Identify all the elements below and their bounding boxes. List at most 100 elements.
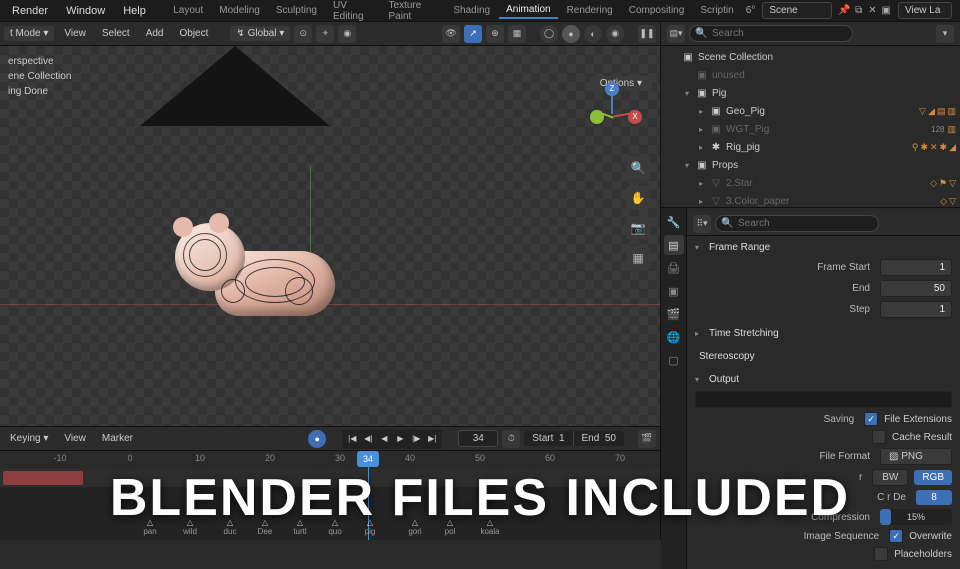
props-search-input[interactable] — [715, 215, 879, 232]
disclosure-icon[interactable]: ▸ — [696, 179, 706, 188]
vp-menu-view[interactable]: View — [58, 26, 92, 41]
output-path-input[interactable] — [695, 391, 952, 408]
menu-window[interactable]: Window — [58, 3, 113, 19]
props-filter-icon[interactable]: ⠿▾ — [693, 215, 711, 233]
prop-edit-icon[interactable]: ◉ — [338, 25, 356, 43]
jump-end-icon[interactable]: ▶| — [424, 431, 440, 447]
tab-texture[interactable]: Texture Paint — [382, 0, 445, 24]
panel-frame-range[interactable]: ▾Frame Range — [695, 238, 952, 257]
next-key-icon[interactable]: |▶ — [408, 431, 424, 447]
play-rev-icon[interactable]: ◀ — [376, 431, 392, 447]
outliner-item[interactable]: ▣unused — [661, 66, 960, 84]
pivot-icon[interactable]: ⊙ — [294, 25, 312, 43]
vp-menu-add[interactable]: Add — [140, 26, 170, 41]
shading-matprev-icon[interactable]: ◐ — [584, 25, 602, 43]
outliner-item[interactable]: ▸▽3.Color_paper◇▽ — [661, 192, 960, 207]
scene-name-input[interactable] — [762, 2, 832, 19]
3d-viewport[interactable]: Options ▾ erspective ene Collection ing … — [0, 46, 660, 426]
bw-button[interactable]: BW — [872, 469, 908, 486]
gizmo-toggle-icon[interactable]: ↗ — [464, 25, 482, 43]
menu-help[interactable]: Help — [115, 3, 154, 19]
tl-marker[interactable]: pan — [143, 518, 156, 536]
jump-start-icon[interactable]: |◀ — [344, 431, 360, 447]
tl-key-clip[interactable] — [3, 471, 83, 485]
gizmo-x-axis[interactable]: X — [628, 110, 642, 124]
gizmo-z-axis[interactable]: Z — [605, 82, 619, 96]
tab-modeling[interactable]: Modeling — [212, 3, 267, 18]
outliner-item[interactable]: ▾▣Props — [661, 156, 960, 174]
tl-ruler[interactable]: -1001020303440506070 — [0, 451, 660, 469]
file-ext-checkbox[interactable]: ✓ — [864, 412, 878, 426]
zoom-icon[interactable]: 🔍 — [626, 156, 650, 180]
playhead-knob[interactable]: 34 — [357, 451, 379, 467]
start-frame-input[interactable]: Start 1 — [524, 431, 573, 446]
viewlayer-input[interactable] — [898, 2, 952, 19]
pig-character[interactable] — [165, 211, 345, 331]
outliner-item[interactable]: ▸▣Geo_Pig▽◢▤▥ — [661, 102, 960, 120]
tl-marker[interactable]: wild — [183, 518, 197, 536]
perspective-icon[interactable]: ▦ — [626, 246, 650, 270]
ptab-tool-icon[interactable]: 🔧 — [664, 212, 684, 232]
close-icon[interactable]: ✕ — [867, 4, 879, 18]
tab-uv[interactable]: UV Editing — [326, 0, 380, 24]
outliner-item[interactable]: ▣Scene Collection — [661, 48, 960, 66]
pan-icon[interactable]: ✋ — [626, 186, 650, 210]
play-fwd-icon[interactable]: ▶ — [392, 431, 408, 447]
current-frame-input[interactable]: 34 — [458, 430, 498, 447]
tl-keying-menu[interactable]: Keying ▾ — [4, 431, 54, 446]
frame-start-input[interactable]: 1 — [880, 259, 952, 276]
tl-marker-menu[interactable]: Marker — [96, 431, 139, 446]
tl-marker[interactable]: Dee — [258, 518, 273, 536]
visibility-icon[interactable]: 👁 — [442, 25, 460, 43]
autokey-icon[interactable]: ● — [308, 430, 326, 448]
tl-marker[interactable]: pig — [365, 518, 376, 536]
mode-dropdown[interactable]: t Mode ▾ — [4, 26, 54, 41]
tl-marker[interactable]: turtl — [293, 518, 306, 536]
nav-gizmo[interactable]: Z X — [582, 82, 642, 142]
prev-key-icon[interactable]: ◀| — [360, 431, 376, 447]
tab-sculpting[interactable]: Sculpting — [269, 3, 324, 18]
outliner-item[interactable]: ▸▣WGT_Pig128▥ — [661, 120, 960, 138]
disclosure-icon[interactable]: ▸ — [696, 143, 706, 152]
file-format-select[interactable]: ▨ PNG — [880, 448, 952, 465]
tab-shading[interactable]: Shading — [446, 3, 497, 18]
camera-icon[interactable]: 📷 — [626, 216, 650, 240]
tl-marker[interactable]: koala — [480, 518, 499, 536]
ptab-viewlayer-icon[interactable]: ▣ — [664, 281, 684, 301]
snap-icon[interactable]: ⌖ — [316, 25, 334, 43]
copy-icon[interactable]: ⧉ — [853, 4, 865, 18]
disclosure-icon[interactable]: ▸ — [696, 197, 706, 206]
shading-render-icon[interactable]: ◉ — [606, 25, 624, 43]
vp-menu-select[interactable]: Select — [96, 26, 136, 41]
ptab-output-icon[interactable]: 🖨 — [664, 258, 684, 278]
outliner-item[interactable]: ▾▣Pig — [661, 84, 960, 102]
outliner-tree[interactable]: ▣Scene Collection▣unused▾▣Pig▸▣Geo_Pig▽◢… — [661, 46, 960, 207]
tab-scripting[interactable]: Scriptin — [693, 3, 740, 18]
pause-icon[interactable]: ❚❚ — [638, 25, 656, 43]
panel-stereoscopy[interactable]: Stereoscopy — [695, 347, 952, 366]
pin-icon[interactable]: 📌 — [838, 4, 850, 18]
cache-result-checkbox[interactable] — [872, 430, 886, 444]
compression-slider[interactable]: 15% — [880, 509, 952, 525]
end-frame-input[interactable]: End 50 — [574, 431, 624, 446]
depth-button[interactable]: 8 — [916, 490, 952, 505]
disclosure-icon[interactable]: ▸ — [696, 107, 706, 116]
tl-marker[interactable]: gori — [408, 518, 421, 536]
tl-marker[interactable]: pol — [445, 518, 456, 536]
panel-output[interactable]: ▾Output — [695, 370, 952, 389]
orientation-dropdown[interactable]: ↯ Global ▾ — [230, 26, 290, 41]
frame-step-input[interactable]: 1 — [880, 301, 952, 318]
outliner-item[interactable]: ▸▽2.Star◇⚑▽ — [661, 174, 960, 192]
clapper-icon[interactable]: 🎬 — [638, 430, 656, 448]
tab-animation[interactable]: Animation — [499, 2, 557, 19]
disclosure-icon[interactable]: ▾ — [682, 161, 692, 170]
ptab-object-icon[interactable]: ▢ — [664, 350, 684, 370]
shading-wire-icon[interactable]: ◯ — [540, 25, 558, 43]
disclosure-icon[interactable]: ▸ — [696, 125, 706, 134]
outliner-search-input[interactable] — [689, 25, 853, 42]
menu-render[interactable]: Render — [4, 3, 56, 19]
ptab-world-icon[interactable]: 🌐 — [664, 327, 684, 347]
panel-time-stretching[interactable]: ▸Time Stretching — [695, 324, 952, 343]
ptab-scene-icon[interactable]: 🎬 — [664, 304, 684, 324]
vp-menu-object[interactable]: Object — [173, 26, 214, 41]
